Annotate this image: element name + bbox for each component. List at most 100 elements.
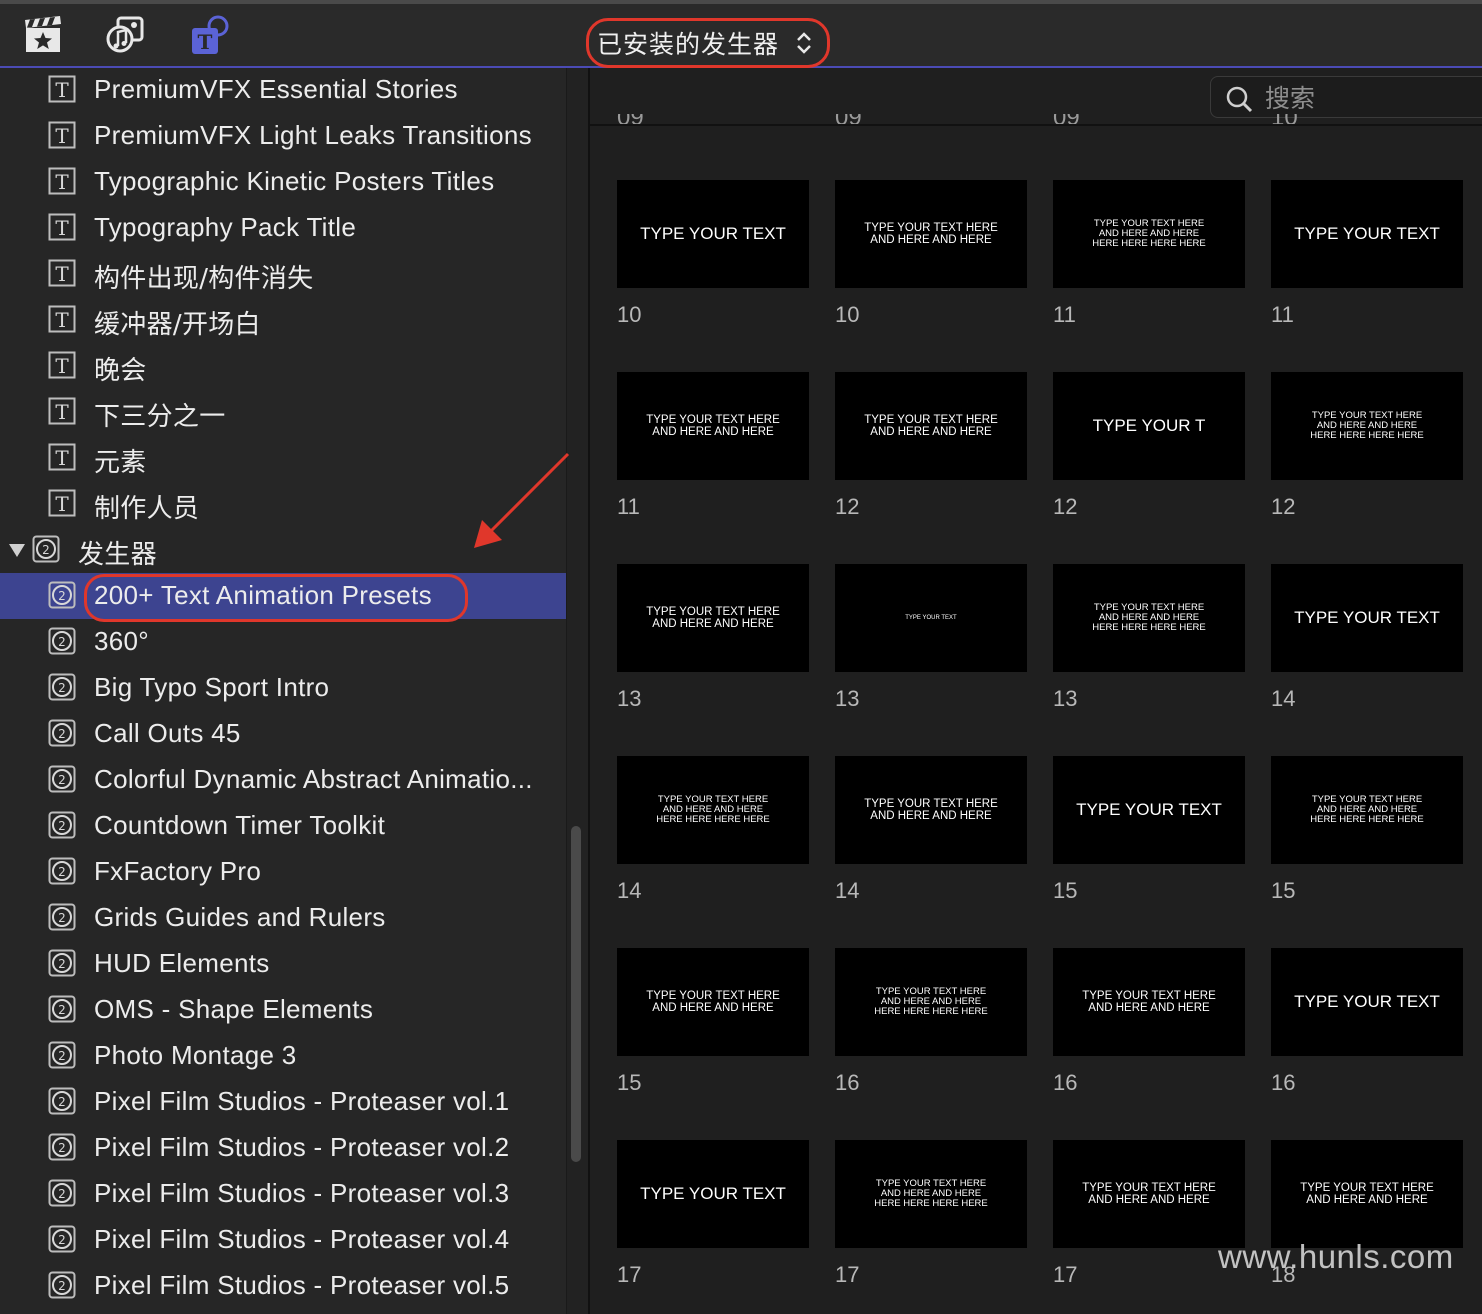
disclosure-triangle-icon[interactable] xyxy=(8,542,26,558)
generator-thumbnail[interactable]: TYPE YOUR TEXT HERE AND HERE AND HERE HE… xyxy=(835,1140,1027,1248)
generator-icon: 2 xyxy=(48,1087,76,1115)
sidebar-item[interactable]: 2 HUD Elements xyxy=(0,941,566,987)
generator-icon: 2 xyxy=(48,627,76,655)
generator-thumbnail[interactable]: TYPE YOUR TEXT xyxy=(617,1140,809,1248)
sidebar-item[interactable]: 2 Call Outs 45 xyxy=(0,711,566,757)
title-icon: T xyxy=(48,443,76,471)
sidebar-item[interactable]: 2 Pixel Film Studios - Proteaser vol.5 xyxy=(0,1263,566,1309)
music-photo-icon[interactable] xyxy=(104,14,148,58)
search-input[interactable] xyxy=(1265,81,1465,115)
thumbnail-text: TYPE YOUR TEXT HERE AND HERE AND HERE xyxy=(1300,1181,1434,1206)
svg-text:2: 2 xyxy=(58,1279,66,1293)
thumbnail-label: 16 xyxy=(835,1070,860,1095)
sidebar-item[interactable]: 2 Pixel Film Studios - Proteaser vol.4 xyxy=(0,1217,566,1263)
sidebar-item[interactable]: 2 Pixel Film Studios - Proteaser vol.1 xyxy=(0,1079,566,1125)
sidebar-item[interactable]: T 制作人员 xyxy=(0,481,566,527)
generator-thumbnail[interactable]: TYPE YOUR T xyxy=(1053,372,1245,480)
sidebar-item[interactable]: T Typographic Kinetic Posters Titles xyxy=(0,159,566,205)
svg-text:T: T xyxy=(55,400,69,424)
thumbnail-text: TYPE YOUR TEXT HERE AND HERE AND HERE HE… xyxy=(656,794,770,825)
sidebar-item[interactable]: 2 FxFactory Pro xyxy=(0,849,566,895)
sidebar-item-label: Typographic Kinetic Posters Titles xyxy=(94,166,495,196)
sidebar-item[interactable]: T 晚会 xyxy=(0,343,566,389)
sidebar-item[interactable]: 2 Big Typo Sport Intro xyxy=(0,665,566,711)
generator-thumbnail[interactable]: TYPE YOUR TEXT HERE AND HERE AND HERE xyxy=(617,564,809,672)
sidebar-item[interactable]: 2 Pixel Film Studios - Proteaser vol.2 xyxy=(0,1125,566,1171)
titles-generators-icon[interactable]: T xyxy=(188,14,232,58)
generator-thumbnail[interactable]: TYPE YOUR TEXT xyxy=(1053,756,1245,864)
generator-thumbnail[interactable]: TYPE YOUR TEXT HERE AND HERE AND HERE HE… xyxy=(1053,564,1245,672)
generator-thumbnail[interactable]: TYPE YOUR TEXT HERE AND HERE AND HERE xyxy=(835,180,1027,288)
generator-icon: 2 xyxy=(48,581,76,609)
sidebar-item[interactable]: T 下三分之一 xyxy=(0,389,566,435)
svg-text:2: 2 xyxy=(58,819,66,833)
thumbnail-label: 16 xyxy=(1271,1070,1296,1095)
svg-text:2: 2 xyxy=(58,589,66,603)
search-field[interactable] xyxy=(1210,76,1482,118)
sidebar-item[interactable]: T 元素 xyxy=(0,435,566,481)
sidebar-item[interactable]: T 构件出现/构件消失 xyxy=(0,251,566,297)
sidebar-item[interactable]: 2 Grids Guides and Rulers xyxy=(0,895,566,941)
sidebar-item-label: Grids Guides and Rulers xyxy=(94,902,386,932)
title-icon: T xyxy=(48,213,76,241)
svg-text:2: 2 xyxy=(58,1049,66,1063)
generator-thumbnail[interactable]: TYPE YOUR TEXT HERE AND HERE AND HERE xyxy=(617,948,809,1056)
title-icon: T xyxy=(48,397,76,425)
generator-thumbnail[interactable]: TYPE YOUR TEXT xyxy=(835,564,1027,672)
generator-icon: 2 xyxy=(48,857,76,885)
generator-thumbnail[interactable]: TYPE YOUR TEXT HERE AND HERE AND HERE HE… xyxy=(1271,756,1463,864)
generator-thumbnail[interactable]: TYPE YOUR TEXT xyxy=(617,180,809,288)
sidebar-item[interactable]: T 缓冲器/开场白 xyxy=(0,297,566,343)
sidebar-item-label: Pixel Film Studios - Proteaser vol.5 xyxy=(94,1270,510,1300)
sidebar-item[interactable]: 2 Countdown Timer Toolkit xyxy=(0,803,566,849)
sidebar-item[interactable]: 2 OMS - Shape Elements xyxy=(0,987,566,1033)
generator-thumbnail[interactable]: TYPE YOUR TEXT HERE AND HERE AND HERE HE… xyxy=(1271,372,1463,480)
generator-thumbnail[interactable]: TYPE YOUR TEXT xyxy=(1271,564,1463,672)
generator-thumbnail[interactable]: TYPE YOUR TEXT HERE AND HERE AND HERE HE… xyxy=(617,756,809,864)
generator-icon: 2 xyxy=(48,1041,76,1069)
thumbnail-label: 11 xyxy=(1271,302,1294,327)
thumbnail-text: TYPE YOUR TEXT xyxy=(1076,800,1222,820)
generator-thumbnail[interactable]: TYPE YOUR TEXT HERE AND HERE AND HERE xyxy=(617,372,809,480)
generator-thumbnail[interactable]: TYPE YOUR TEXT HERE AND HERE AND HERE HE… xyxy=(1053,180,1245,288)
generator-thumbnail[interactable]: TYPE YOUR TEXT HERE AND HERE AND HERE xyxy=(1053,1140,1245,1248)
svg-text:2: 2 xyxy=(58,911,66,925)
svg-text:T: T xyxy=(55,446,69,470)
generator-thumbnail[interactable]: TYPE YOUR TEXT HERE AND HERE AND HERE xyxy=(835,756,1027,864)
sidebar-item[interactable]: 2 Photo Montage 3 xyxy=(0,1033,566,1079)
sidebar-item[interactable]: 2 Pixel Film Studios - Proteaser vol.3 xyxy=(0,1171,566,1217)
thumbnail-label: 13 xyxy=(617,686,642,711)
generator-thumbnail[interactable]: TYPE YOUR TEXT HERE AND HERE AND HERE xyxy=(1053,948,1245,1056)
sidebar-item-selected[interactable]: 2 200+ Text Animation Presets xyxy=(0,573,566,622)
sidebar-scrollbar[interactable] xyxy=(571,826,581,1162)
thumbnail-text: TYPE YOUR TEXT HERE AND HERE AND HERE xyxy=(864,413,998,438)
sidebar-item[interactable]: T PremiumVFX Essential Stories xyxy=(0,68,566,113)
generator-thumbnail[interactable]: TYPE YOUR TEXT HERE AND HERE AND HERE xyxy=(1271,1140,1463,1248)
thumbnail-label: 14 xyxy=(617,878,642,903)
search-icon xyxy=(1226,86,1253,113)
sidebar-item[interactable]: T Typography Pack Title xyxy=(0,205,566,251)
sidebar-group-generators[interactable]: 2 发生器 xyxy=(0,527,566,573)
svg-text:T: T xyxy=(55,78,69,102)
svg-text:2: 2 xyxy=(42,543,50,557)
generator-thumbnail[interactable]: TYPE YOUR TEXT xyxy=(1271,180,1463,288)
svg-text:2: 2 xyxy=(58,1141,66,1155)
svg-text:T: T xyxy=(55,216,69,240)
browser-category-select[interactable]: 已安装的发生器 xyxy=(586,18,830,68)
sidebar-item[interactable]: T PremiumVFX Light Leaks Transitions xyxy=(0,113,566,159)
generator-thumbnail[interactable]: TYPE YOUR TEXT HERE AND HERE AND HERE HE… xyxy=(835,948,1027,1056)
clapper-star-icon[interactable] xyxy=(22,14,66,58)
thumbnail-text: TYPE YOUR TEXT HERE AND HERE AND HERE HE… xyxy=(1310,794,1424,825)
sidebar-item[interactable]: 2 360° xyxy=(0,619,566,665)
thumbnail-label: 17 xyxy=(835,1262,860,1287)
grid-header-divider xyxy=(590,124,1482,126)
generator-thumbnail[interactable]: TYPE YOUR TEXT xyxy=(1271,948,1463,1056)
clip-label-partial: 09 xyxy=(617,114,644,124)
generator-thumbnail[interactable]: TYPE YOUR TEXT HERE AND HERE AND HERE xyxy=(835,372,1027,480)
sidebar-item-label: FxFactory Pro xyxy=(94,856,262,886)
thumbnail-text: TYPE YOUR TEXT HERE AND HERE AND HERE HE… xyxy=(874,1178,988,1209)
sidebar-item-label: 制作人员 xyxy=(94,494,200,524)
title-icon: T xyxy=(48,489,76,517)
sidebar-item-label: 构件出现/构件消失 xyxy=(94,264,314,294)
sidebar-item[interactable]: 2 Colorful Dynamic Abstract Animatio... xyxy=(0,757,566,803)
